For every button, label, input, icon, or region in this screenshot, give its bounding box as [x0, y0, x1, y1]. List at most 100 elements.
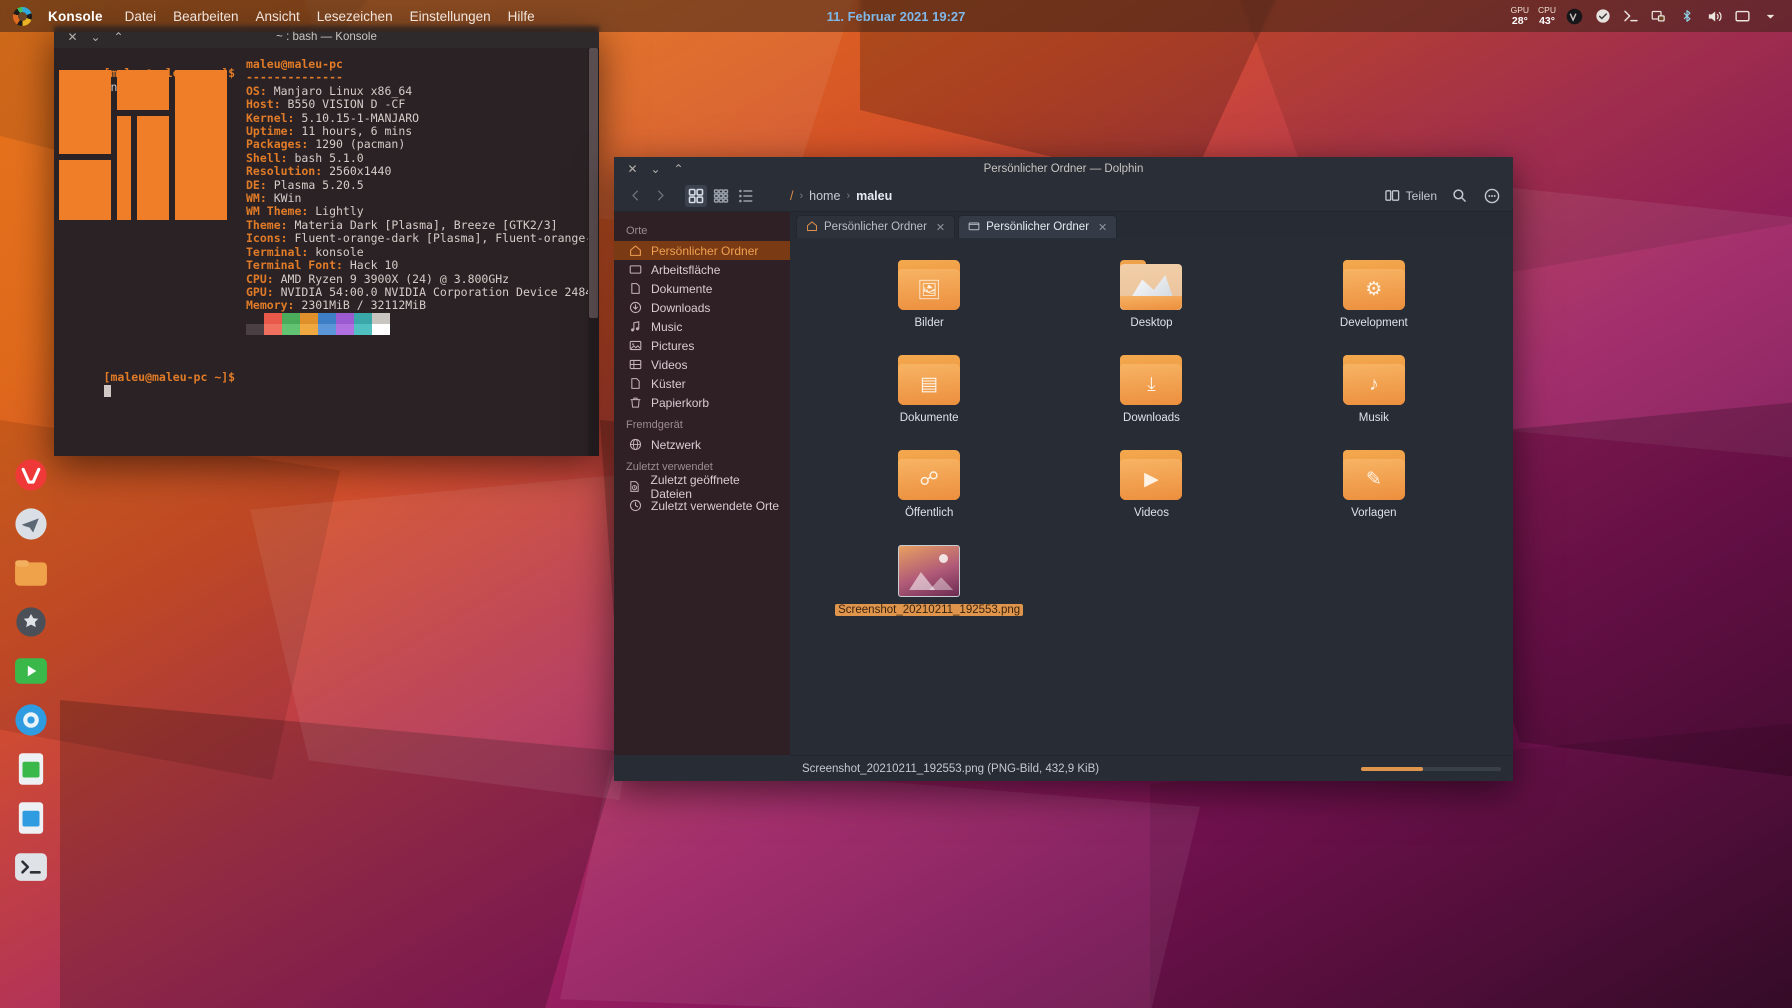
- minimize-icon[interactable]: ⌄: [90, 31, 101, 43]
- bluetooth-icon[interactable]: [1677, 7, 1696, 26]
- dolphin-titlebar[interactable]: ✕ ⌄ ⌃ Persönlicher Ordner — Dolphin: [614, 157, 1513, 180]
- file-item[interactable]: ▶ Videos: [1076, 450, 1226, 519]
- file-content-area[interactable]: Persönlicher Ordner ✕ Persönlicher Ordner ✕…: [790, 212, 1513, 755]
- dolphin-window[interactable]: ✕ ⌄ ⌃ Persönlicher Ordner — Dolphin / › …: [614, 157, 1513, 781]
- dock-item-settings[interactable]: [11, 602, 51, 642]
- file-item[interactable]: ▤ Dokumente: [854, 355, 1004, 424]
- place-item-papierkorb[interactable]: Papierkorb: [614, 393, 790, 412]
- chevron-down-icon[interactable]: [1761, 7, 1780, 26]
- neofetch-key: Terminal:: [246, 244, 309, 259]
- cpu-label: CPU: [1538, 4, 1556, 15]
- display-icon[interactable]: [1733, 7, 1752, 26]
- menu-item-einstellungen[interactable]: Einstellungen: [410, 9, 491, 24]
- file-item[interactable]: ⤓ Downloads: [1076, 355, 1226, 424]
- forward-button[interactable]: [649, 185, 671, 207]
- volume-icon[interactable]: [1705, 7, 1724, 26]
- file-icon-grid[interactable]: 🖼 Bilder Desktop ⚙ Development ▤ Dokumente ⤓ Dow…: [790, 238, 1513, 616]
- zoom-slider-fill: [1361, 766, 1423, 771]
- shell-prompt-2: [maleu@maleu-pc ~]$: [103, 370, 236, 385]
- close-icon[interactable]: ✕: [627, 163, 638, 175]
- home-icon: [806, 220, 818, 235]
- neofetch-value: KWin: [266, 191, 302, 206]
- tab-close-icon[interactable]: ✕: [936, 221, 945, 234]
- konsole-scrollbar-thumb[interactable]: [589, 48, 598, 318]
- dolphin-tab[interactable]: Persönlicher Ordner ✕: [796, 215, 956, 238]
- window-icon[interactable]: [1649, 7, 1668, 26]
- search-icon[interactable]: [1448, 185, 1470, 207]
- file-item[interactable]: Desktop: [1076, 260, 1226, 329]
- application-launcher-button[interactable]: [0, 0, 44, 32]
- place-item-dokumente[interactable]: Dokumente: [614, 279, 790, 298]
- dock-item-vivaldi[interactable]: [11, 455, 51, 495]
- file-item[interactable]: ♪ Musik: [1299, 355, 1449, 424]
- places-panel[interactable]: Orte Persönlicher Ordner Arbeitsfläche Dok…: [614, 212, 790, 755]
- tab-close-icon[interactable]: ✕: [1098, 221, 1107, 234]
- konsole-window[interactable]: ✕ ⌄ ⌃ ~ : bash — Konsole [maleu@maleu-pc…: [54, 26, 599, 456]
- breadcrumb-item-home[interactable]: home: [809, 189, 840, 203]
- place-item-k-ster[interactable]: Küster: [614, 374, 790, 393]
- breadcrumb-item-maleu[interactable]: maleu: [856, 189, 892, 203]
- top-panel[interactable]: Konsole Datei Bearbeiten Ansicht Lesezei…: [0, 0, 1792, 32]
- menu-icon[interactable]: [1481, 185, 1503, 207]
- dock-item-document[interactable]: [11, 798, 51, 838]
- dock-item-file-manager[interactable]: [11, 553, 51, 593]
- konsole-terminal-output[interactable]: [maleu@maleu-pc ~]$ neofetch maleu@maleu…: [54, 48, 599, 456]
- menu-item-hilfe[interactable]: Hilfe: [508, 9, 535, 24]
- image-thumbnail: [898, 545, 961, 597]
- place-item-videos[interactable]: Videos: [614, 355, 790, 374]
- panel-clock[interactable]: 11. Februar 2021 19:27: [827, 9, 966, 24]
- dock-item-spreadsheet[interactable]: [11, 749, 51, 789]
- zoom-slider[interactable]: [1361, 766, 1501, 771]
- system-tray[interactable]: GPU 28° CPU 43°: [1511, 0, 1784, 32]
- terminal-icon[interactable]: [1621, 7, 1640, 26]
- dock-item-browser[interactable]: [11, 700, 51, 740]
- dolphin-tabbar[interactable]: Persönlicher Ordner ✕ Persönlicher Ordner ✕: [790, 212, 1513, 238]
- place-item-pers-nlicher-ordner[interactable]: Persönlicher Ordner: [614, 241, 790, 260]
- place-item-downloads[interactable]: Downloads: [614, 298, 790, 317]
- compact-view-icon[interactable]: [710, 185, 732, 207]
- dolphin-tab[interactable]: Persönlicher Ordner ✕: [958, 215, 1118, 238]
- maximize-icon[interactable]: ⌃: [673, 163, 684, 175]
- close-icon[interactable]: ✕: [67, 31, 78, 43]
- details-view-icon[interactable]: [735, 185, 757, 207]
- check-circle-icon[interactable]: [1593, 7, 1612, 26]
- neofetch-row: Shell: bash 5.1.0: [246, 151, 599, 165]
- place-item-zuletzt-ge-ffnete-dateien[interactable]: Zuletzt geöffnete Dateien: [614, 473, 790, 501]
- neofetch-key: Uptime:: [246, 124, 295, 139]
- file-item[interactable]: Screenshot_20210211_192553.png: [835, 545, 1024, 616]
- cpu-value: 43°: [1539, 15, 1555, 27]
- file-item[interactable]: ⚙ Development: [1299, 260, 1449, 329]
- breadcrumb-root[interactable]: /: [790, 189, 793, 203]
- menu-item-datei[interactable]: Datei: [125, 9, 157, 24]
- dock-item-media-player[interactable]: [11, 651, 51, 691]
- vivaldi-icon[interactable]: [1565, 7, 1584, 26]
- place-item-arbeitsfl-che[interactable]: Arbeitsfläche: [614, 260, 790, 279]
- place-item-pictures[interactable]: Pictures: [614, 336, 790, 355]
- konsole-scrollbar[interactable]: [588, 48, 599, 456]
- neofetch-row: GPU: NVIDIA 54:00.0 NVIDIA Corporation D…: [246, 285, 599, 299]
- minimize-icon[interactable]: ⌄: [650, 163, 661, 175]
- icons-view-icon[interactable]: [685, 184, 707, 207]
- toolbar-right-group[interactable]: Teilen: [1384, 185, 1503, 207]
- place-item-music[interactable]: Music: [614, 317, 790, 336]
- menu-item-ansicht[interactable]: Ansicht: [255, 9, 299, 24]
- dolphin-toolbar[interactable]: / › home › maleu Teilen: [614, 180, 1513, 212]
- menu-item-lesezeichen[interactable]: Lesezeichen: [317, 9, 393, 24]
- application-dock[interactable]: [8, 455, 54, 887]
- share-button[interactable]: Teilen: [1384, 188, 1437, 203]
- file-item[interactable]: 🖼 Bilder: [854, 260, 1004, 329]
- dock-item-terminal[interactable]: [11, 847, 51, 887]
- videos-icon: [628, 358, 642, 372]
- maximize-icon[interactable]: ⌃: [113, 31, 124, 43]
- breadcrumb[interactable]: / › home › maleu: [790, 189, 892, 203]
- file-item[interactable]: ☍ Öffentlich: [854, 450, 1004, 519]
- dock-item-telegram[interactable]: [11, 504, 51, 544]
- place-item-zuletzt-verwendete-orte[interactable]: Zuletzt verwendete Orte: [614, 496, 790, 515]
- menu-item-bearbeiten[interactable]: Bearbeiten: [173, 9, 238, 24]
- neofetch-value: Lightly: [308, 204, 364, 219]
- place-item-netzwerk[interactable]: Netzwerk: [614, 435, 790, 454]
- breadcrumb-separator: ›: [799, 189, 804, 202]
- place-item-label: Music: [651, 319, 683, 334]
- file-item[interactable]: ✎ Vorlagen: [1299, 450, 1449, 519]
- back-button[interactable]: [624, 185, 646, 207]
